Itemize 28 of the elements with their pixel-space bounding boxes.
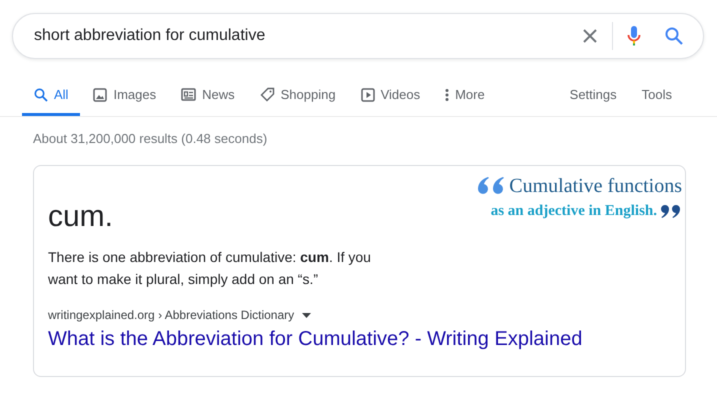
result-stats: About 31,200,000 results (0.48 seconds): [33, 131, 268, 146]
tag-icon: [260, 87, 275, 102]
search-tab[interactable]: Images: [81, 87, 168, 116]
search-tab[interactable]: News: [169, 87, 247, 116]
tools-link[interactable]: Tools: [642, 87, 672, 102]
search-tab[interactable]: More: [433, 87, 497, 116]
image-caption: Cumulative functions: [509, 174, 682, 198]
dropdown-icon[interactable]: [302, 312, 312, 318]
search-icon[interactable]: [665, 27, 683, 45]
breadcrumb: writingexplained.org › Abbreviations Dictionary: [48, 308, 294, 322]
search-bar[interactable]: short abbreviation for cumulative: [12, 13, 704, 59]
tools-link[interactable]: Settings: [570, 87, 617, 102]
quote-icon: [660, 202, 682, 220]
search-tab[interactable]: Videos: [348, 87, 432, 116]
search-input[interactable]: short abbreviation for cumulative: [34, 27, 582, 45]
microphone-icon[interactable]: [627, 25, 641, 47]
search-icon: [34, 88, 48, 102]
close-icon[interactable]: [582, 28, 598, 44]
play-icon: [360, 88, 375, 102]
newspaper-icon: [181, 88, 196, 101]
answer-text: cum.: [48, 200, 114, 234]
more-icon: [445, 88, 450, 102]
search-tab[interactable]: All: [22, 87, 80, 116]
result-link[interactable]: What is the Abbreviation for Cumulative? - Writing Explained: [48, 328, 582, 351]
snippet-text: There is one abbreviation of cumulative: cum. If you want to make it plural, simply add on an “s.”: [48, 248, 372, 289]
image-icon: [93, 88, 108, 102]
search-tab[interactable]: Shopping: [248, 87, 348, 116]
image-caption: as an adjective in English.: [490, 202, 657, 220]
